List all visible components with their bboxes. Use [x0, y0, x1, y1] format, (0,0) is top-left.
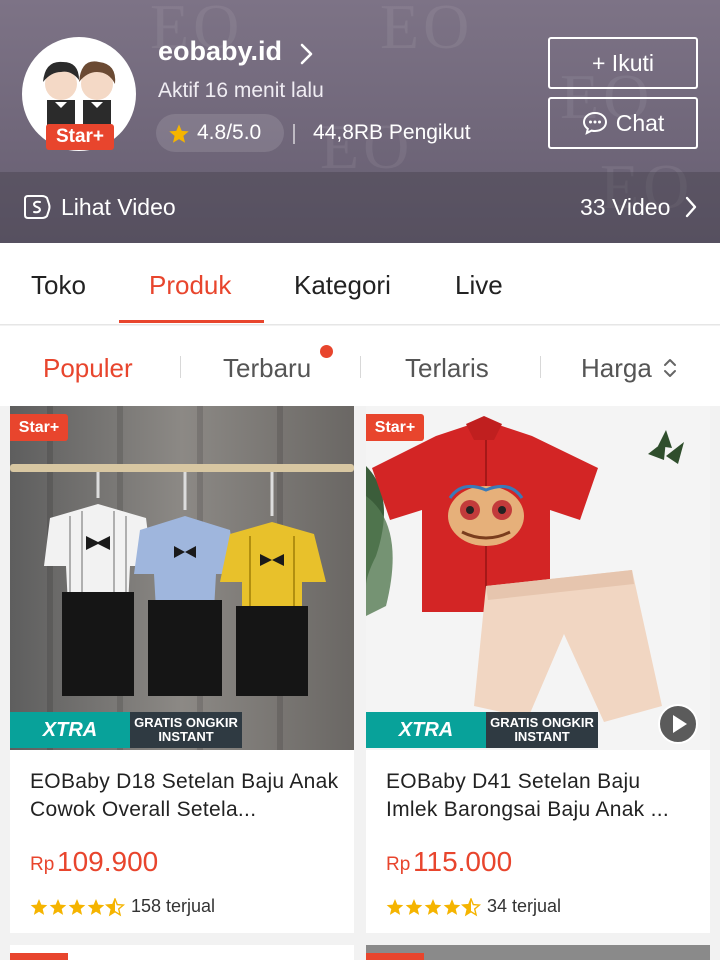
product-title[interactable]: EOBaby D18 Setelan Baju Anak Cowok Overa…: [30, 768, 340, 824]
star-plus-badge: Star+: [46, 124, 114, 150]
price-currency: Rp: [386, 854, 411, 875]
follower-count: 44,8RB Pengikut: [313, 121, 471, 144]
tab-toko[interactable]: Toko: [31, 270, 86, 301]
video-count[interactable]: 33 Video: [580, 194, 670, 221]
chevron-right-icon[interactable]: [296, 42, 318, 66]
product-image[interactable]: Star+ XTRA GRATIS ONGKIR INSTANT: [366, 406, 710, 750]
star-icon: [169, 124, 189, 143]
shop-rating: 4.8/5.0: [197, 121, 262, 144]
product-card[interactable]: [366, 945, 710, 960]
chat-bubble-icon: [582, 111, 607, 135]
shop-name[interactable]: eobaby.id: [158, 36, 282, 67]
sort-terbaru[interactable]: Terbaru: [223, 353, 311, 384]
divider: [540, 356, 541, 378]
follow-button-label: + Ikuti: [591, 49, 654, 76]
sort-populer[interactable]: Populer: [43, 353, 133, 384]
new-indicator-dot: [320, 345, 333, 358]
price-currency: Rp: [30, 854, 55, 875]
product-price: 109.900: [57, 846, 159, 877]
rating-stars-icon: [386, 898, 482, 917]
star-plus-badge: [366, 953, 424, 960]
instant-shipping-badge: GRATIS ONGKIR INSTANT: [486, 712, 598, 748]
product-card[interactable]: [10, 945, 354, 960]
sold-count: 34 terjual: [487, 896, 562, 916]
sort-terlaris[interactable]: Terlaris: [405, 353, 489, 384]
video-link-label[interactable]: Lihat Video: [61, 194, 176, 221]
product-price: 115.000: [413, 846, 513, 877]
promo-strip: XTRA GRATIS ONGKIR INSTANT: [366, 712, 598, 748]
divider: [180, 356, 181, 378]
rating-stars-icon: [30, 898, 126, 917]
tab-kategori[interactable]: Kategori: [294, 270, 391, 301]
product-card[interactable]: Star+ XTRA GRATIS ONGKIR INSTANT EOBaby …: [366, 406, 710, 933]
promo-strip: XTRA GRATIS ONGKIR INSTANT: [10, 712, 242, 748]
tab-live[interactable]: Live: [455, 270, 503, 301]
star-plus-badge: [10, 953, 68, 960]
chat-button[interactable]: Chat: [548, 97, 698, 149]
sort-harga[interactable]: Harga: [581, 353, 652, 384]
video-play-icon: [24, 195, 51, 219]
active-status: Aktif 16 menit lalu: [158, 79, 324, 102]
product-card[interactable]: Star+ XTRA GRATIS ONGKIR INSTANT EOBaby …: [10, 406, 354, 933]
free-shipping-xtra-badge: XTRA: [366, 712, 486, 748]
video-play-icon[interactable]: [658, 704, 698, 744]
sort-updown-icon[interactable]: [662, 356, 678, 380]
star-plus-badge: Star+: [366, 414, 424, 441]
free-shipping-xtra-badge: XTRA: [10, 712, 130, 748]
watermark-logo: EO: [380, 0, 474, 62]
divider: [360, 356, 361, 378]
shop-tabs: Toko Produk Kategori Live: [0, 243, 720, 325]
divider: [293, 124, 295, 144]
star-plus-badge: Star+: [10, 414, 68, 441]
product-image[interactable]: Star+ XTRA GRATIS ONGKIR INSTANT: [10, 406, 354, 750]
active-tab-indicator: [119, 320, 264, 323]
sort-bar: Populer Terbaru Terlaris Harga: [0, 326, 720, 406]
chevron-right-icon[interactable]: [682, 194, 700, 220]
follow-button[interactable]: + Ikuti: [548, 37, 698, 89]
sold-count: 158 terjual: [131, 896, 216, 916]
product-title[interactable]: EOBaby D41 Setelan Baju Imlek Barongsai …: [386, 768, 696, 824]
tab-produk[interactable]: Produk: [149, 270, 231, 301]
instant-shipping-badge: GRATIS ONGKIR INSTANT: [130, 712, 242, 748]
chat-button-label: Chat: [615, 109, 665, 136]
